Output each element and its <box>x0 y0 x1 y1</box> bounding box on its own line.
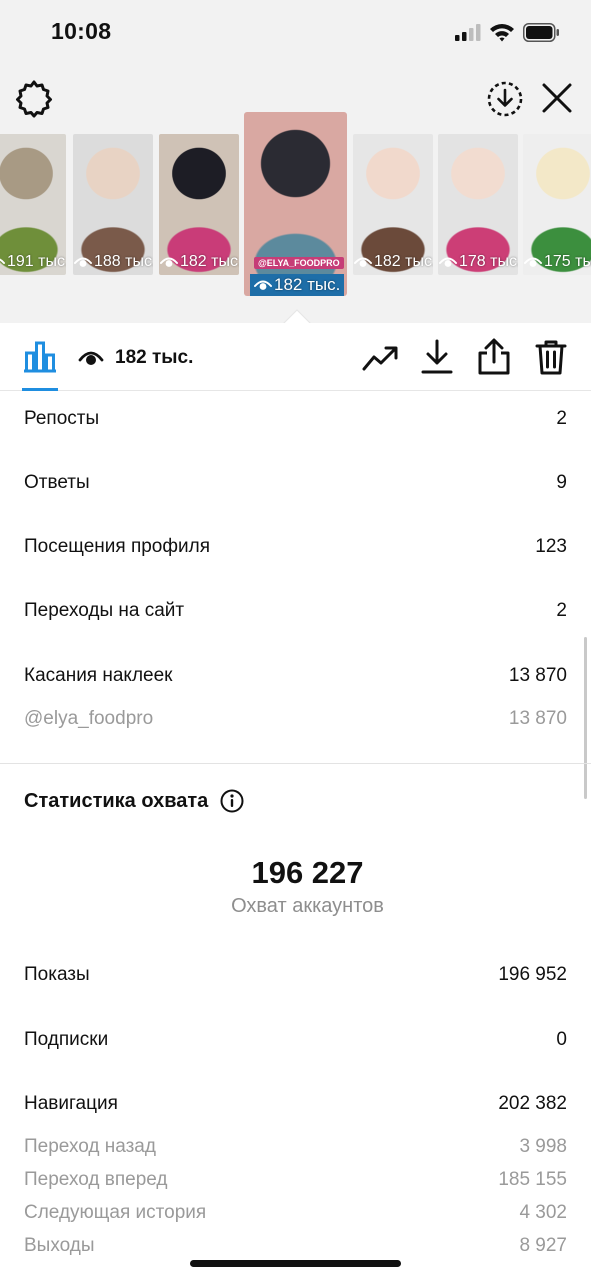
cellular-signal-icon <box>455 24 481 41</box>
story-views-badge: 182 тыс. <box>250 274 345 296</box>
eye-icon <box>524 257 542 267</box>
stat-row-replies: Ответы 9 <box>24 472 567 494</box>
story-views-badge: 182 тыс. <box>159 251 239 273</box>
stat-label: Навигация <box>24 1093 118 1114</box>
stat-value: 202 382 <box>498 1093 567 1114</box>
story-views-count: 191 тыс. <box>7 253 66 270</box>
stat-row-exits: Выходы 8 927 <box>24 1235 567 1257</box>
active-tab-underline <box>22 388 58 391</box>
share-icon[interactable] <box>477 338 511 375</box>
scrollbar[interactable] <box>584 637 587 799</box>
stat-label: Переход назад <box>24 1136 156 1157</box>
story-views-badge: 175 тыс. <box>523 251 591 273</box>
stat-label: Показы <box>24 964 90 985</box>
stat-row-website-taps: Переходы на сайт 2 <box>24 600 567 622</box>
eye-icon <box>160 257 178 267</box>
stat-label: Касания наклеек <box>24 665 173 686</box>
stat-row-sticker-taps: Касания наклеек 13 870 <box>24 665 567 687</box>
story-thumbnail[interactable]: 182 тыс. <box>159 134 239 275</box>
battery-icon <box>523 23 559 42</box>
bar-chart-icon[interactable] <box>22 341 58 373</box>
stat-value: 2 <box>556 408 567 429</box>
info-icon[interactable] <box>220 789 244 813</box>
story-views-count: 188 тыс. <box>94 253 153 270</box>
story-thumbnail[interactable]: 182 тыс. <box>353 134 433 275</box>
accounts-reached-label: Охват аккаунтов <box>231 895 384 917</box>
stat-row-next-story: Следующая история 4 302 <box>24 1202 567 1224</box>
section-divider <box>0 763 591 764</box>
section-title-text: Статистика охвата <box>24 789 209 812</box>
stat-label: Подписки <box>24 1029 109 1050</box>
story-views-badge: 188 тыс. <box>73 251 153 273</box>
story-thumbnail-selected[interactable]: @ELYA_FOODPRO 182 тыс. <box>244 112 347 296</box>
stat-value: 13 870 <box>508 665 567 686</box>
stat-value: 196 952 <box>498 964 567 985</box>
stat-value: 8 927 <box>519 1235 567 1256</box>
stat-value: 0 <box>556 1029 567 1050</box>
story-view-count: 182 тыс. <box>115 347 194 368</box>
stat-value: 4 302 <box>519 1202 567 1223</box>
stat-row-reposts: Репосты 2 <box>24 408 567 430</box>
reach-section-title: Статистика охвата <box>24 789 244 813</box>
story-thumbnail[interactable]: 178 тыс. <box>438 134 518 275</box>
status-time: 10:08 <box>51 18 112 44</box>
home-indicator[interactable] <box>190 1260 401 1267</box>
story-views-count: 182 тыс. <box>274 275 341 294</box>
stat-value: 9 <box>556 472 567 493</box>
eye-icon <box>74 257 92 267</box>
stat-label: Репосты <box>24 408 100 429</box>
stat-label: Переход вперед <box>24 1169 168 1190</box>
stat-value: 3 998 <box>519 1136 567 1157</box>
stat-row-follows: Подписки 0 <box>24 1029 567 1051</box>
story-views-count: 178 тыс. <box>459 253 518 270</box>
stat-row-profile-visits: Посещения профиля 123 <box>24 536 567 558</box>
wifi-icon <box>490 24 514 42</box>
story-views-badge: 191 тыс. <box>0 251 66 273</box>
stat-label: Ответы <box>24 472 90 493</box>
stat-label: @elya_foodpro <box>24 708 154 729</box>
eye-icon <box>439 257 457 267</box>
eye-icon <box>0 258 5 264</box>
story-views-badge: 178 тыс. <box>438 251 518 273</box>
stat-value: 13 870 <box>508 708 567 729</box>
story-insights-toolbar: 182 тыс. <box>0 323 591 391</box>
story-thumbnail[interactable]: 191 тыс. <box>0 134 66 275</box>
story-mention-sticker: @ELYA_FOODPRO <box>254 257 344 269</box>
stat-value: 2 <box>556 600 567 621</box>
stat-row-sticker-mention: @elya_foodpro 13 870 <box>24 708 567 730</box>
stat-value: 123 <box>535 536 567 557</box>
story-views-count: 182 тыс. <box>180 253 239 270</box>
story-thumbnail[interactable]: 175 тыс. <box>523 134 591 275</box>
stat-label: Переходы на сайт <box>24 600 185 621</box>
story-views-count: 175 тыс. <box>544 253 591 270</box>
stat-value: 185 155 <box>498 1169 567 1190</box>
stat-row-forward: Переход вперед 185 155 <box>24 1169 567 1191</box>
eye-icon <box>354 257 372 267</box>
stat-label: Выходы <box>24 1235 95 1256</box>
delete-icon[interactable] <box>535 339 567 375</box>
stat-label: Посещения профиля <box>24 536 210 557</box>
stat-label: Следующая история <box>24 1202 207 1223</box>
stat-row-back: Переход назад 3 998 <box>24 1136 567 1158</box>
stat-row-impressions: Показы 196 952 <box>24 964 567 986</box>
selected-story-caret <box>283 309 311 324</box>
story-views-badge: 182 тыс. <box>353 251 433 273</box>
stat-row-navigation: Навигация 202 382 <box>24 1093 567 1115</box>
eye-icon <box>78 351 104 365</box>
eye-icon <box>254 280 272 290</box>
story-thumbnail[interactable]: 188 тыс. <box>73 134 153 275</box>
download-icon[interactable] <box>421 339 453 375</box>
story-carousel[interactable]: 191 тыс. 188 тыс. 182 тыс. @ELYA_FOODPRO 182… <box>0 112 591 302</box>
trending-up-icon[interactable] <box>362 343 398 373</box>
accounts-reached-value: 196 227 <box>251 855 364 890</box>
story-views-count: 182 тыс. <box>374 253 433 270</box>
